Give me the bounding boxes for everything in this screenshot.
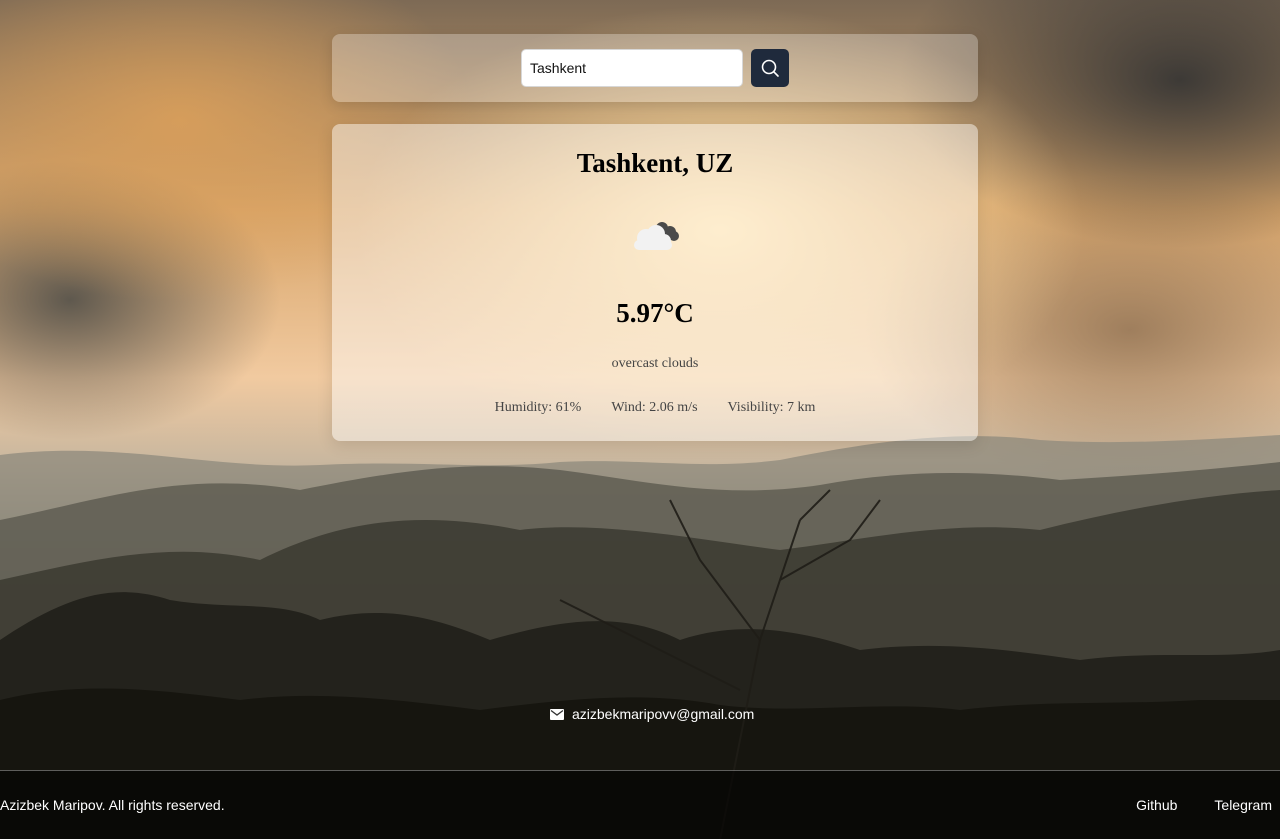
overcast-clouds-icon bbox=[634, 222, 679, 250]
temperature: 5.97°C bbox=[616, 298, 694, 328]
visibility: Visibility: 7 km bbox=[727, 400, 816, 415]
search-button[interactable] bbox=[751, 49, 789, 87]
email-address[interactable]: azizbekmaripovv@gmail.com bbox=[572, 706, 754, 722]
search-bar bbox=[332, 34, 978, 102]
footer-links: Github Telegram bbox=[1136, 797, 1272, 813]
weather-details: Humidity: 61% Wind: 2.06 m/s Visibility:… bbox=[332, 400, 978, 416]
wind-speed: Wind: 2.06 m/s bbox=[611, 400, 698, 415]
github-link[interactable]: Github bbox=[1136, 797, 1177, 813]
copyright-text: Azizbek Maripov. All rights reserved. bbox=[0, 797, 225, 813]
weather-card: Tashkent, UZ 5.97°C overcast clouds Humi… bbox=[332, 124, 978, 441]
mail-icon bbox=[550, 708, 564, 720]
city-name: Tashkent, UZ bbox=[576, 148, 734, 178]
city-search-input[interactable] bbox=[521, 49, 743, 87]
footer: Azizbek Maripov. All rights reserved. Gi… bbox=[0, 770, 1280, 839]
weather-description: overcast clouds bbox=[611, 356, 699, 371]
humidity: Humidity: 61% bbox=[494, 400, 582, 415]
search-icon bbox=[761, 59, 779, 77]
contact-email: azizbekmaripovv@gmail.com bbox=[550, 706, 754, 722]
telegram-link[interactable]: Telegram bbox=[1214, 797, 1272, 813]
